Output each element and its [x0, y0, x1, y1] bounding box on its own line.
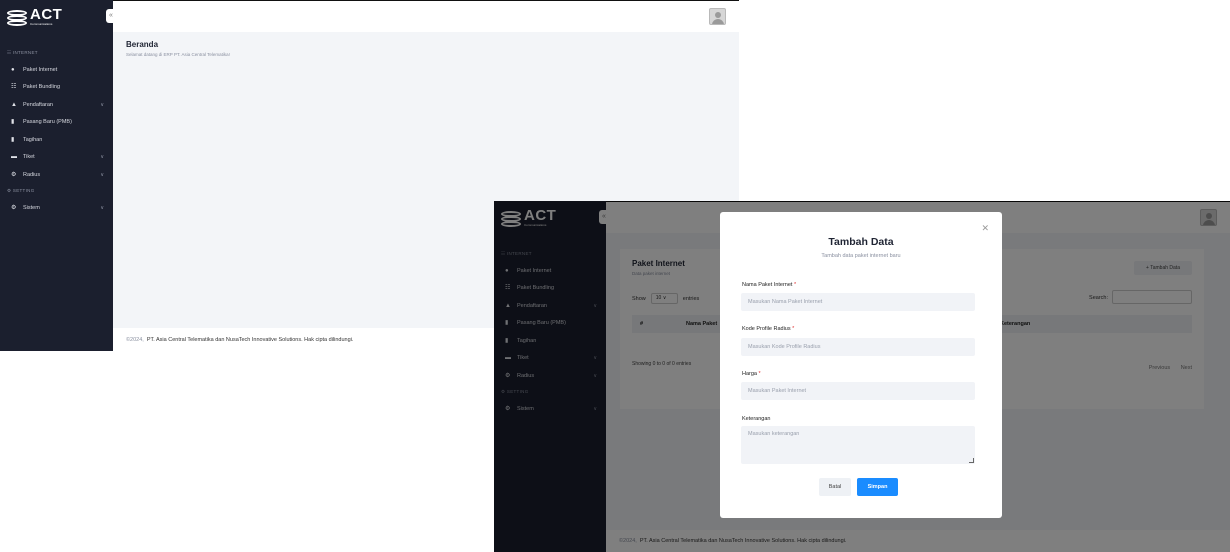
sidebar-item-label: Pasang Baru (PMB) [23, 119, 72, 125]
required-mark: * [758, 371, 761, 377]
field-label-text: Harga [742, 371, 757, 377]
page-subtitle: Selamat datang di ERP PT. Asia Central T… [126, 52, 230, 57]
sidebar-item-label: Tagihan [23, 137, 43, 143]
brand-logo[interactable]: ACT Communications [7, 6, 62, 28]
nama-paket-label: Nama Paket Internet * [742, 282, 796, 288]
document-icon: ▮ [11, 137, 15, 143]
harga-label: Harga * [742, 371, 761, 377]
cancel-button[interactable]: Batal [819, 478, 851, 496]
chevron-down-icon: ∨ [100, 154, 104, 160]
gears-icon: ⚙ [11, 205, 17, 211]
modal-title: Tambah Data [828, 236, 894, 248]
kode-profile-input[interactable]: Masukan Kode Profile Radius [741, 338, 975, 356]
sidebar: ACT Communications ☷ INTERNET ● Paket Int… [0, 0, 113, 351]
required-mark: * [792, 326, 795, 332]
keterangan-textarea[interactable]: Masukan keterangan [741, 426, 975, 464]
close-icon[interactable]: ✕ [981, 223, 989, 234]
sidebar-item-paket-internet[interactable]: ● Paket Internet [0, 63, 113, 77]
sidebar-item-label: Paket Internet [23, 67, 58, 73]
footer-text: PT. Asia Central Telematika dan NusaTech… [146, 336, 354, 343]
field-label-text: Nama Paket Internet [742, 282, 793, 288]
keterangan-label: Keterangan [742, 416, 771, 422]
brand-name-text: ACT [30, 6, 63, 23]
chevron-down-icon: ∨ [100, 205, 104, 211]
section-internet-label: INTERNET [12, 50, 38, 55]
field-label-text: Kode Profile Radius [742, 326, 791, 332]
nama-paket-input[interactable]: Masukan Nama Paket Internet [741, 293, 975, 311]
logo-mark-icon [7, 8, 27, 26]
sidebar-item-label: Sistem [23, 205, 40, 211]
network-icon: ☷ [11, 84, 17, 90]
harga-input[interactable]: Masukan Paket Internet [741, 382, 975, 400]
kode-profile-label: Kode Profile Radius * [742, 326, 794, 332]
sidebar-item-label: Pendaftaran [23, 102, 53, 108]
document-icon: ▮ [11, 119, 15, 125]
tambah-data-modal: ✕ Tambah Data Tambah data paket internet… [720, 212, 1002, 518]
gears-icon: ⚙ [11, 172, 17, 178]
sidebar-item-radius[interactable]: ⚙ Radius ∨ [0, 168, 113, 182]
sidebar-item-label: Radius [23, 172, 41, 178]
footer-year: ©2024, [126, 336, 144, 343]
sidebar-item-paket-bundling[interactable]: ☷ Paket Bundling [0, 80, 113, 94]
brand-name: ACT Communications [30, 6, 63, 26]
chevron-down-icon: ∨ [100, 102, 104, 108]
sidebar-item-sistem[interactable]: ⚙ Sistem ∨ [0, 201, 113, 215]
chevron-down-icon: ∨ [100, 172, 104, 178]
sidebar-item-tiket[interactable]: ▬ Tiket ∨ [0, 150, 113, 164]
sidebar-item-label: Paket Bundling [23, 84, 60, 90]
section-setting: ⚙ SETTING [7, 188, 35, 193]
user-icon: ▲ [11, 102, 17, 108]
required-mark: * [793, 282, 797, 288]
sidebar-item-pasang-baru[interactable]: ▮ Pasang Baru (PMB) [0, 115, 113, 129]
page-title: Beranda [126, 40, 159, 49]
ticket-icon: ▬ [11, 154, 17, 160]
modal-subtitle: Tambah data paket internet baru [821, 253, 901, 259]
sidebar-item-tagihan[interactable]: ▮ Tagihan [0, 133, 113, 147]
sidebar-item-label: Tiket [23, 154, 35, 160]
section-internet: ☷ INTERNET [7, 50, 38, 55]
section-setting-label: SETTING [12, 188, 35, 193]
topbar [113, 0, 739, 32]
globe-icon: ● [11, 67, 15, 73]
paket-internet-screenshot: ACT Communications ☷ INTERNET ●Paket Int… [494, 201, 1230, 552]
user-avatar[interactable] [709, 8, 726, 25]
sidebar-item-pendaftaran[interactable]: ▲ Pendaftaran ∨ [0, 98, 113, 112]
save-button[interactable]: Simpan [857, 478, 898, 496]
